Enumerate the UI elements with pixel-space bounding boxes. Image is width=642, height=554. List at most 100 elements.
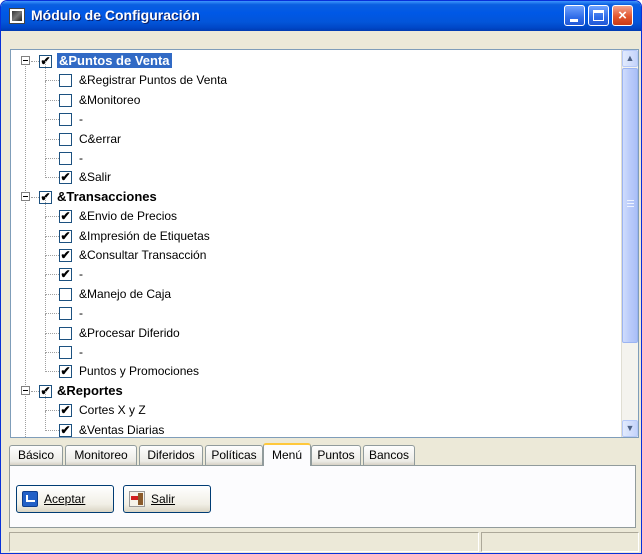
tree-node-parent[interactable]: ✔ &Puntos de Venta [11,52,611,71]
node-checkbox[interactable] [59,93,72,107]
tree-connector [45,236,46,256]
close-icon: × [618,7,627,24]
node-checkbox[interactable]: ✔ [59,404,72,418]
tree-connector [45,216,46,237]
tree-node-item[interactable]: ✔ Cortes X y Z [11,391,611,420]
tree-node-item[interactable]: ✔ Puntos y Promociones [11,352,611,381]
scroll-thumb[interactable] [622,68,638,343]
node-checkbox[interactable] [59,132,72,146]
tree-node-parent[interactable]: ✔ &Transacciones [11,188,611,207]
node-label: - [79,112,83,127]
tab-politicas[interactable]: Políticas [205,445,263,465]
node-checkbox[interactable] [59,307,72,321]
tree-node-parent[interactable]: ✔ &Reportes [11,382,611,401]
tree-connector [45,332,59,334]
minimize-button[interactable] [564,5,585,26]
node-checkbox[interactable] [59,74,72,88]
exit-button[interactable]: Salir [123,485,211,513]
tree-connector [45,352,46,373]
node-checkbox[interactable] [59,113,72,127]
tree-connector [45,274,59,276]
node-checkbox[interactable]: ✔ [59,268,72,282]
maximize-icon [593,10,604,21]
tree-connector [45,197,46,218]
tree-node-item[interactable]: - [11,139,611,168]
node-label: - [79,306,83,321]
node-checkbox[interactable] [59,152,72,165]
node-checkbox[interactable]: ✔ [59,229,72,243]
tree-node-item[interactable]: ✔ &Envio de Precios [11,197,611,226]
tree-connector [45,255,46,276]
tree-connector [45,235,59,237]
tab-bancos[interactable]: Bancos [363,445,415,465]
collapse-icon[interactable] [21,385,30,395]
scroll-grip-line [627,200,634,201]
menu-tree[interactable]: ✔ &Puntos de Venta &Registrar Puntos de Ve… [10,49,639,438]
tree-connector [45,313,46,334]
accept-label: Aceptar [44,492,86,506]
tree-connector [45,158,59,159]
collapse-icon[interactable] [21,191,30,201]
tree-connector [45,293,59,295]
tab-puntos[interactable]: Puntos [311,445,361,465]
tree-node-item[interactable]: C&errar [11,119,611,149]
tree-vertical-scrollbar[interactable]: ▲ ▼ [621,50,638,437]
tree-connector [45,410,59,412]
tree-node-item[interactable]: &Registrar Puntos de Venta [11,61,611,90]
close-button[interactable]: × [612,5,633,26]
node-checkbox[interactable] [59,326,72,340]
tree-node-item[interactable]: - [11,333,611,362]
tree-node-item[interactable]: ✔ &Consultar Transacción [11,236,611,265]
node-label: &Puntos de Venta [57,53,172,68]
tree-connector [31,196,39,198]
tree-connector [45,313,59,315]
tree-node-item[interactable]: &Procesar Diferido [11,313,611,343]
collapse-icon[interactable] [21,56,30,65]
tree-connector [45,138,59,140]
node-checkbox[interactable]: ✔ [59,423,72,437]
tree-node-item[interactable]: ✔ &Salir [11,158,611,187]
tree-node-item[interactable]: ✔ - [11,255,611,284]
tab-basico[interactable]: Básico [9,445,63,465]
tree-node-item[interactable]: ✔ &Ventas Diarias [11,410,611,437]
scroll-up-button[interactable]: ▲ [622,50,638,67]
tab-menu[interactable]: Menú [263,443,311,466]
node-label: &Manejo de Caja [79,286,172,301]
node-label: &Ventas Diarias [79,422,165,437]
node-label: &Impresión de Etiquetas [79,228,210,243]
node-label: C&errar [79,131,122,146]
tree-connector [45,139,46,159]
tree-connector [45,255,59,256]
tree-connector [45,429,59,431]
node-label: &Consultar Transacción [79,248,207,262]
tree-connector [45,119,46,140]
node-label: &Reportes [57,382,123,398]
node-label: Cortes X y Z [79,403,146,418]
tree-node-item[interactable]: &Manejo de Caja [11,274,611,304]
tree-connector [45,294,46,315]
status-panel-main [9,532,479,552]
tab-diferidos[interactable]: Diferidos [139,445,203,465]
tab-monitoreo[interactable]: Monitoreo [65,445,137,465]
exit-label: Salir [151,492,176,506]
accept-button[interactable]: Aceptar [16,485,114,513]
app-icon [9,8,25,24]
tree-connector [31,61,39,62]
node-checkbox[interactable]: ✔ [59,210,72,224]
tree-connector [45,391,46,412]
node-checkbox[interactable] [59,346,72,359]
title-bar[interactable]: Módulo de Configuración × [1,1,641,31]
node-checkbox[interactable]: ✔ [59,249,72,262]
scroll-down-button[interactable]: ▼ [622,420,638,437]
node-checkbox[interactable]: ✔ [59,171,72,185]
tree-node-item[interactable]: - [11,100,611,129]
tree-node-item[interactable]: ✔ &Impresión de Etiquetas [11,216,611,246]
node-checkbox[interactable] [59,287,72,301]
node-checkbox[interactable]: ✔ [59,365,72,379]
status-bar [9,532,639,553]
tree-node-item[interactable]: - [11,294,611,323]
tree-node-item[interactable]: &Monitoreo [11,80,611,110]
exit-door-icon [129,491,145,507]
accept-icon [22,491,38,507]
maximize-button[interactable] [588,5,609,26]
